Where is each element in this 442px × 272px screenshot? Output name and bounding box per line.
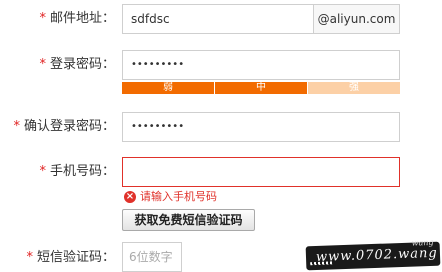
error-icon: × — [124, 191, 136, 203]
email-domain-suffix: @aliyun.com — [314, 4, 400, 34]
strength-weak: 弱 — [122, 82, 214, 94]
strength-medium: 中 — [215, 82, 307, 94]
password-strength-meter: 弱 中 强 — [122, 82, 400, 94]
watermark: www.0702.wang wang — [305, 238, 441, 271]
phone-input[interactable] — [122, 157, 400, 187]
strength-strong: 强 — [308, 82, 400, 94]
get-sms-code-button[interactable]: 获取免费短信验证码 — [122, 209, 255, 231]
phone-label: * 手机号码： — [39, 164, 115, 180]
email-label: * 邮件地址： — [39, 11, 115, 27]
confirm-password-label-text: 确认登录密码： — [23, 119, 115, 134]
required-mark: * — [13, 119, 20, 134]
password-label-text: 登录密码： — [49, 57, 115, 72]
password-label: * 登录密码： — [39, 57, 115, 73]
required-mark: * — [39, 164, 46, 179]
email-input[interactable]: sdfdsc — [122, 4, 314, 34]
confirm-password-input[interactable]: ••••••••• — [122, 112, 400, 142]
confirm-password-label: * 确认登录密码： — [13, 119, 115, 135]
required-mark: * — [39, 11, 46, 26]
required-mark: * — [26, 250, 33, 265]
watermark-text: www.0702.wang — [315, 245, 438, 265]
sms-code-input[interactable]: 6位数字 — [122, 242, 182, 272]
sms-code-label: * 短信验证码： — [26, 250, 115, 266]
sms-code-label-text: 短信验证码： — [36, 250, 115, 265]
phone-error-message: 请输入手机号码 — [140, 190, 217, 203]
phone-label-text: 手机号码： — [49, 164, 115, 179]
required-mark: * — [39, 57, 46, 72]
watermark-sup: wang — [411, 237, 434, 248]
password-input[interactable]: ••••••••• — [122, 50, 400, 80]
email-label-text: 邮件地址： — [49, 11, 115, 26]
